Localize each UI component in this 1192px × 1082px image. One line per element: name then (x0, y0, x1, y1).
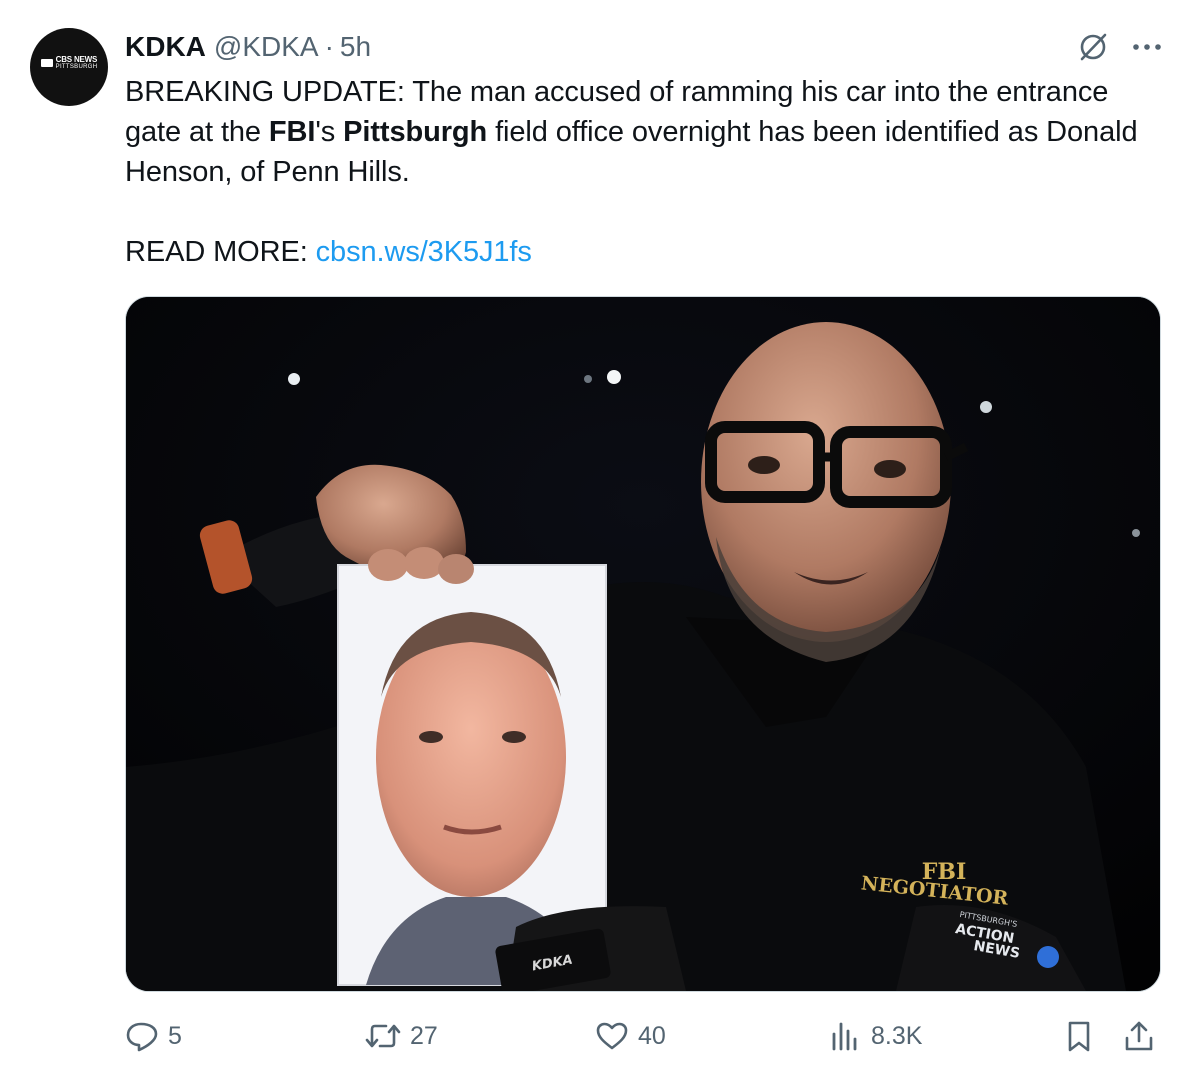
article-link[interactable]: cbsn.ws/3K5J1fs (316, 236, 532, 268)
separator-dot: · (324, 31, 334, 62)
reply-button[interactable]: 5 (124, 1016, 182, 1056)
hashtag-fbi: FBI (268, 116, 316, 148)
tweet-media-photo[interactable]: FBI NEGOTIATOR KDKA PITTSBURGH'S ACTION (125, 296, 1161, 992)
avatar-logo-line1: CBS NEWS (55, 55, 98, 64)
avatar[interactable]: CBS NEWS PITTSBURGH (30, 28, 108, 106)
retweet-button[interactable]: 27 (364, 1016, 438, 1056)
user-handle[interactable]: @KDKA (214, 30, 319, 64)
read-more-line: READ MORE: cbsn.ws/3K5J1fs (125, 232, 1170, 272)
display-name[interactable]: KDKA (125, 30, 206, 64)
reply-icon (126, 1022, 158, 1052)
share-button[interactable] (1122, 1016, 1156, 1056)
press-photo: FBI NEGOTIATOR KDKA PITTSBURGH'S ACTION (126, 297, 1160, 991)
tweet-header: KDKA @KDKA · 5h (125, 30, 371, 64)
grok-icon[interactable] (1076, 30, 1110, 64)
retweet-count: 27 (410, 1021, 438, 1050)
views-count: 8.3K (871, 1021, 923, 1050)
tweet-top-icons (1076, 30, 1162, 64)
bookmark-icon (1068, 1021, 1090, 1052)
like-icon (596, 1022, 628, 1050)
reply-count: 5 (168, 1021, 182, 1050)
hashtag-pittsburgh: Pittsburgh (343, 116, 488, 148)
tweet-text: BREAKING UPDATE: The man accused of ramm… (125, 72, 1170, 272)
like-count: 40 (638, 1021, 666, 1050)
views-button[interactable]: 8.3K (829, 1016, 922, 1056)
cbs-news-logo: CBS NEWS PITTSBURGH (40, 55, 98, 70)
kdka-box-icon (40, 59, 53, 67)
timestamp[interactable]: 5h (340, 30, 371, 64)
like-button[interactable]: 40 (594, 1016, 666, 1056)
retweet-icon (365, 1024, 401, 1048)
tweet[interactable]: CBS NEWS PITTSBURGH KDKA @KDKA · 5h BREA… (0, 0, 1192, 1082)
share-icon (1125, 1021, 1153, 1051)
bookmark-button[interactable] (1064, 1016, 1094, 1056)
more-icon[interactable] (1132, 42, 1162, 52)
views-icon (832, 1022, 857, 1051)
tweet-actions: 5 27 40 8.3K (124, 1016, 1164, 1056)
avatar-logo-line2: PITTSBURGH (55, 64, 98, 70)
tweet-body: BREAKING UPDATE: The man accused of ramm… (125, 72, 1170, 192)
tweet-text-part-2: 's (315, 116, 344, 148)
read-more-label: READ MORE: (125, 236, 308, 268)
